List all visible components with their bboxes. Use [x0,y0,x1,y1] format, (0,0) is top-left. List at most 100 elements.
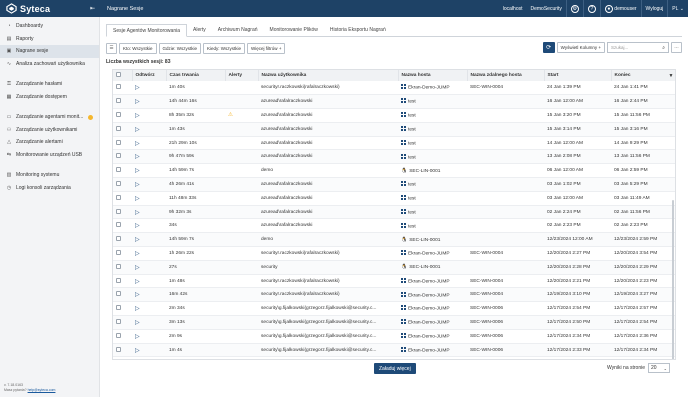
row-checkbox[interactable] [116,98,121,104]
row-select-cell[interactable] [113,94,132,110]
refresh-button[interactable]: ⟳ [542,42,555,53]
row-checkbox[interactable] [116,318,121,324]
play-cell[interactable]: ▷ [132,274,166,289]
row-checkbox[interactable] [116,263,121,269]
table-row[interactable]: ▷ 14h 59m 7s demo 🐧 SEC-LIN-0001 06 Jan 12:00… [113,163,675,179]
row-checkbox[interactable] [116,332,121,338]
row-checkbox[interactable] [116,346,121,352]
per-page-select[interactable]: 20 ⌄ [648,363,670,373]
row-checkbox[interactable] [116,167,121,173]
play-cell[interactable]: ▷ [132,149,166,165]
row-select-cell[interactable] [113,122,132,137]
table-row[interactable]: ▷ 9h 47m 59s azuread\rafalraczkowski test 13… [113,149,675,165]
select-all-header[interactable] [113,70,133,81]
table-row[interactable]: ▷ 1m 4s security\g.fijalkowski(grzegorz.fi… [113,343,675,358]
select-all-checkbox[interactable] [116,72,121,77]
play-icon[interactable]: ▷ [135,264,140,271]
table-row[interactable]: ▷ 1m 40s securityr.raczkowski(rafalraczkow… [113,81,675,96]
row-select-cell[interactable] [113,343,132,358]
play-cell[interactable]: ▷ [132,136,166,151]
column-header-remote-host[interactable]: Nazwa zdalnego hosta [467,70,545,81]
row-select-cell[interactable] [113,218,132,234]
table-row[interactable]: ▷ 1h 26m 22s securityr.raczkowski(rafalrac… [113,246,675,261]
play-icon[interactable]: ▷ [135,195,140,202]
server-name[interactable]: localhost [499,0,527,17]
play-icon[interactable]: ▷ [135,347,140,354]
row-checkbox[interactable] [116,305,121,311]
sidebar-item-alerts[interactable]: △ Zarządzanie alertami [0,136,99,149]
play-icon[interactable]: ▷ [135,278,140,285]
play-icon[interactable]: ▷ [135,153,140,160]
collapse-sidebar-icon[interactable]: ⇤ [90,5,95,12]
row-checkbox[interactable] [116,180,121,186]
table-row[interactable]: ▷ 1m 43s azuread\rafalraczkowski test 15 Jan… [113,122,675,137]
play-cell[interactable]: ▷ [132,218,166,234]
row-select-cell[interactable] [113,136,132,151]
row-checkbox[interactable] [116,111,121,117]
play-cell[interactable]: ▷ [132,81,166,96]
more-filters-button[interactable]: Więcej filtrów + [247,42,286,54]
tab-export-history[interactable]: Historia Eksportu Nagrań [324,24,392,36]
load-more-button[interactable]: Załaduj więcej [374,363,416,374]
row-select-cell[interactable] [113,274,132,289]
column-header-user[interactable]: Nazwa użytkownika [258,70,399,81]
row-select-cell[interactable] [113,287,132,303]
table-row[interactable]: ▷ 14h 44m 16s azuread\rafalraczkowski test 1… [113,94,675,110]
show-columns-button[interactable]: Wyświetl Kolumny + [556,42,605,53]
play-icon[interactable]: ▷ [135,305,140,312]
sidebar-item-system-monitoring[interactable]: ▥ Monitoring systemu [0,169,99,182]
column-header-play[interactable]: Odtwórz [132,70,167,81]
row-select-cell[interactable] [113,149,132,165]
play-icon[interactable]: ▷ [135,236,140,243]
sidebar-item-users[interactable]: ⚇ Zarządzanie użytkownikami [0,124,99,137]
filter-when-button[interactable]: Kiedy: Wszystkie [203,42,246,54]
filter-where-button[interactable]: Gdzie: Wszystkie [158,42,202,54]
table-row[interactable]: ▷ 11h 48m 33s azuread\rafalraczkowski test 0… [113,191,675,206]
table-row[interactable]: ▷ 2m 9s security\g.fijalkowski(grzegorz.fi… [113,329,675,344]
tab-recordings-archive[interactable]: Archiwum Nagrań [212,24,264,36]
settings-button[interactable]: ⚙ [565,0,583,17]
sidebar-item-dashboards[interactable]: ◔ Dashboardy [0,20,99,33]
play-icon[interactable]: ▷ [135,250,140,257]
play-cell[interactable]: ▷ [132,287,166,303]
row-select-cell[interactable] [113,81,132,96]
table-row[interactable]: ▷ 2m 34s security\g.fijalkowski(grzegorz.f… [113,301,675,317]
play-cell[interactable]: ▷ [132,94,166,110]
table-row[interactable]: ▷ 1m 48s securityr.raczkowski(rafalraczkow… [113,274,675,289]
play-cell[interactable]: ▷ [132,205,166,220]
row-select-cell[interactable] [113,177,132,192]
support-email-link[interactable]: help@syteca.com [28,388,56,392]
row-select-cell[interactable] [113,108,132,123]
play-icon[interactable]: ▷ [135,167,140,174]
search-input[interactable]: Szukaj... ⌕ [607,42,669,53]
play-cell[interactable]: ▷ [132,163,166,179]
row-checkbox[interactable] [116,277,121,283]
column-header-alerts[interactable]: Alerty [225,70,259,81]
tab-file-monitoring[interactable]: Monitorowanie Plików [264,24,324,36]
row-checkbox[interactable] [116,291,121,297]
play-icon[interactable]: ▷ [135,291,140,298]
play-cell[interactable]: ▷ [132,301,166,317]
column-header-start[interactable]: Start [544,70,612,81]
table-row[interactable]: ▷ 27s security 🐧 SEC-LIN-0001 12/20/2024 2:28… [113,260,675,275]
play-icon[interactable]: ▷ [135,112,140,119]
tenant-name[interactable]: DemoSecurity [527,0,566,17]
help-button[interactable]: ? [582,0,600,17]
play-cell[interactable]: ▷ [132,122,166,137]
sidebar-item-passwords[interactable]: ⚿ Zarządzanie hasłami [0,78,99,91]
play-icon[interactable]: ▷ [135,319,140,326]
play-icon[interactable]: ▷ [135,209,140,216]
row-checkbox[interactable] [116,249,121,255]
row-checkbox[interactable] [116,236,121,242]
play-icon[interactable]: ▷ [135,126,140,133]
play-icon[interactable]: ▷ [135,181,140,188]
logo[interactable]: Syteca ⇤ [0,0,100,17]
play-cell[interactable]: ▷ [132,343,166,358]
row-checkbox[interactable] [116,139,121,145]
more-options-button[interactable]: ⋯ [671,42,682,53]
tab-agent-sessions[interactable]: Sesje Agentów Monitorowania [106,24,187,37]
table-row[interactable]: ▷ 34s azuread\rafalraczkowski test 02 Jan 2:… [113,218,675,234]
play-icon[interactable]: ▷ [135,140,140,147]
table-row[interactable]: ▷ 8h 35m 32s ⚠ azuread\rafalraczkowski test 1… [113,108,675,123]
play-icon[interactable]: ▷ [135,222,140,229]
